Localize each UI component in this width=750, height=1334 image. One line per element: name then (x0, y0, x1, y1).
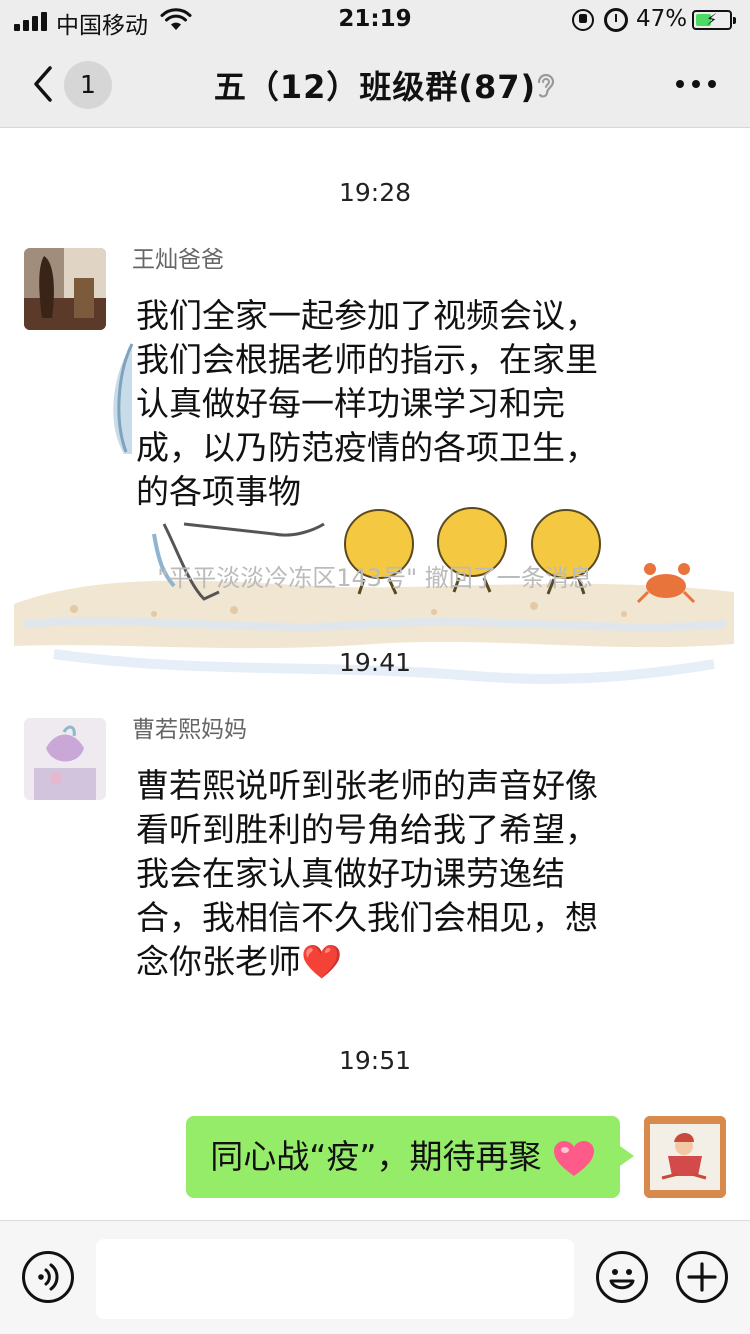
avatar[interactable] (24, 248, 106, 330)
ear-icon (537, 73, 555, 98)
status-bar: 中国移动 21:19 47% ⚡ (0, 0, 750, 40)
wifi-icon (160, 8, 192, 30)
red-heart-emoji: ❤️ (301, 942, 343, 981)
timestamp: 19:41 (338, 648, 412, 677)
signal-icon (14, 11, 50, 31)
battery-charging-icon: ⚡ (692, 10, 736, 30)
avatar[interactable] (24, 718, 106, 800)
voice-icon[interactable] (22, 1251, 74, 1303)
message-text: 同心战“疫”，期待再聚 (210, 1137, 542, 1176)
message-bubble[interactable]: 曹若熙说听到张老师的声音好像看听到胜利的号角给我了希望，我会在家认真做好功课劳逸… (136, 764, 616, 984)
plus-icon[interactable] (676, 1251, 728, 1303)
message-input[interactable] (96, 1239, 574, 1319)
heart-emoji (554, 1140, 594, 1176)
chat-header: 1 五（12）班级群(87) (0, 40, 750, 128)
recall-notice: "平平淡淡冷冻区143号" 撤回了一条消息 (157, 564, 593, 592)
message-text[interactable]: 我们全家一起参加了视频会议，我们会根据老师的指示，在家里认真做好每一样功课学习和… (136, 294, 616, 514)
alarm-icon (604, 8, 628, 32)
my-message-bubble[interactable]: 同心战“疫”，期待再聚 (186, 1116, 634, 1198)
timestamp: 19:51 (338, 1046, 412, 1075)
sender-name: 曹若熙妈妈 (132, 717, 247, 743)
orientation-lock-icon (572, 9, 594, 31)
message-list[interactable]: 19:28 王灿爸爸 我们全家一起参加了视频会议，我们会根据老师的指示，在家里认… (0, 128, 750, 1220)
my-avatar[interactable] (644, 1116, 726, 1198)
chat-title: 五（12）班级群(87) (213, 68, 537, 106)
carrier-name: 中国移动 (56, 13, 148, 39)
input-bar (0, 1220, 750, 1334)
smiley-icon[interactable] (596, 1251, 648, 1303)
timestamp: 19:28 (338, 178, 412, 207)
sender-name: 王灿爸爸 (132, 247, 224, 273)
battery-percent: 47% (636, 6, 688, 32)
more-dots-icon[interactable] (676, 80, 716, 90)
charging-bolt-icon: ⚡ (706, 10, 718, 29)
message-text: 曹若熙说听到张老师的声音好像看听到胜利的号角给我了希望，我会在家认真做好功课劳逸… (136, 766, 598, 981)
